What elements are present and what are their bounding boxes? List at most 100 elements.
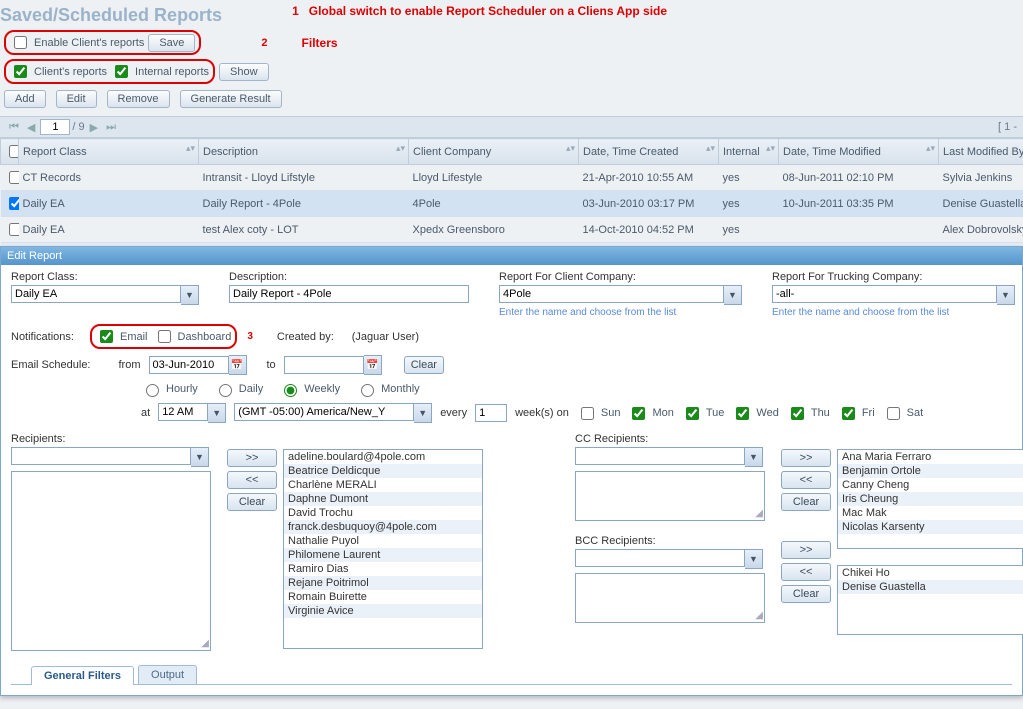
trucking-company-dropdown-icon[interactable]: ▼	[997, 285, 1015, 305]
bcc-dropdown-icon[interactable]: ▼	[745, 549, 763, 569]
weekly-radio[interactable]	[284, 384, 297, 397]
remove-button[interactable]: Remove	[107, 90, 170, 108]
from-date-input[interactable]	[149, 356, 229, 374]
cc-remove-button[interactable]: <<	[781, 471, 831, 489]
select-all-checkbox[interactable]	[9, 145, 19, 158]
trucking-company-input[interactable]	[772, 285, 997, 303]
sat-checkbox[interactable]	[887, 407, 900, 420]
save-enable-button[interactable]: Save	[148, 34, 195, 52]
col-client-company[interactable]: Client Company▴▾	[409, 139, 579, 165]
row-checkbox[interactable]	[9, 223, 19, 236]
list-item[interactable]: Chikei Ho	[838, 566, 1023, 580]
pager-first-icon[interactable]: ⏮	[6, 121, 22, 134]
cc-recipients-input[interactable]	[575, 447, 745, 465]
list-item[interactable]: Ramiro Dias	[284, 562, 482, 576]
report-class-dropdown-icon[interactable]: ▼	[181, 285, 199, 305]
bcc-available-list[interactable]: Chikei HoDenise Guastella	[837, 565, 1023, 635]
thu-checkbox[interactable]	[791, 407, 804, 420]
edit-button[interactable]: Edit	[56, 90, 97, 108]
timezone-dropdown-icon[interactable]: ▼	[414, 403, 432, 423]
table-row[interactable]: Daily EAtest Alex coty - LOTXpedx Greens…	[1, 217, 1023, 243]
at-time-input[interactable]	[158, 403, 208, 421]
bcc-recipients-input[interactable]	[575, 549, 745, 567]
from-calendar-icon[interactable]: 📅	[229, 355, 247, 375]
list-item[interactable]: David Trochu	[284, 506, 482, 520]
cc-dropdown-icon[interactable]: ▼	[745, 447, 763, 467]
list-item[interactable]: Benjamin Ortole	[838, 464, 1023, 478]
email-notification-checkbox[interactable]	[100, 330, 113, 343]
monthly-radio[interactable]	[361, 384, 374, 397]
clients-reports-filter-checkbox[interactable]	[14, 65, 27, 78]
row-checkbox[interactable]	[9, 171, 19, 184]
pager-next-icon[interactable]: ▶	[87, 121, 101, 134]
recipients-add-button[interactable]: >>	[227, 449, 277, 467]
list-item[interactable]: franck.desbuquoy@4pole.com	[284, 520, 482, 534]
bcc-remove-button[interactable]: <<	[781, 563, 831, 581]
daily-radio[interactable]	[219, 384, 232, 397]
list-item[interactable]: Iris Cheung	[838, 492, 1023, 506]
tue-checkbox[interactable]	[686, 407, 699, 420]
col-date-modified[interactable]: Date, Time Modified▴▾	[779, 139, 939, 165]
list-item[interactable]: Denise Guastella	[838, 580, 1023, 594]
wed-checkbox[interactable]	[736, 407, 749, 420]
col-description[interactable]: Description▴▾	[199, 139, 409, 165]
list-item[interactable]: Charlène MERALI	[284, 478, 482, 492]
bcc-selected-box[interactable]: ◢	[575, 573, 765, 623]
recipients-remove-button[interactable]: <<	[227, 471, 277, 489]
timezone-input[interactable]	[234, 403, 414, 421]
to-date-input[interactable]	[284, 356, 364, 374]
fri-checkbox[interactable]	[842, 407, 855, 420]
cc-selected-box[interactable]: ◢	[575, 471, 765, 521]
row-checkbox[interactable]	[9, 197, 19, 210]
list-item[interactable]: Nicolas Karsenty	[838, 520, 1023, 534]
cc-clear-button[interactable]: Clear	[781, 493, 831, 511]
tab-general-filters[interactable]: General Filters	[31, 666, 134, 685]
report-class-input[interactable]	[11, 285, 181, 303]
mon-checkbox[interactable]	[632, 407, 645, 420]
list-item[interactable]: Nathalie Puyol	[284, 534, 482, 548]
list-item[interactable]: Canny Cheng	[838, 478, 1023, 492]
list-item[interactable]: Rejane Poitrimol	[284, 576, 482, 590]
list-item[interactable]: Beatrice Deldicque	[284, 464, 482, 478]
internal-reports-filter-checkbox[interactable]	[115, 65, 128, 78]
list-item[interactable]: adeline.boulard@4pole.com	[284, 450, 482, 464]
recipients-clear-button[interactable]: Clear	[227, 493, 277, 511]
client-company-dropdown-icon[interactable]: ▼	[724, 285, 742, 305]
hourly-radio[interactable]	[146, 384, 159, 397]
cc-add-button[interactable]: >>	[781, 449, 831, 467]
table-row[interactable]: CT RecordsIntransit - Lloyd LifstyleLloy…	[1, 165, 1023, 191]
pager-prev-icon[interactable]: ◀	[24, 121, 38, 134]
recipients-available-list[interactable]: adeline.boulard@4pole.comBeatrice Deldic…	[283, 449, 483, 649]
enable-clients-reports-checkbox[interactable]	[14, 36, 27, 49]
list-item[interactable]: Virginie Avice	[284, 604, 482, 618]
bcc-add-button[interactable]: >>	[781, 541, 831, 559]
every-input[interactable]	[475, 404, 507, 422]
cc-available-list[interactable]: Ana Maria FerraroBenjamin OrtoleCanny Ch…	[837, 449, 1023, 549]
client-company-input[interactable]	[499, 285, 724, 303]
list-item[interactable]: Philomene Laurent	[284, 548, 482, 562]
dashboard-notification-checkbox[interactable]	[158, 330, 171, 343]
to-calendar-icon[interactable]: 📅	[364, 355, 382, 375]
at-time-dropdown-icon[interactable]: ▼	[208, 403, 226, 423]
col-report-class[interactable]: Report Class▴▾	[19, 139, 199, 165]
recipients-input[interactable]	[11, 447, 191, 465]
description-input[interactable]	[229, 285, 469, 303]
pager-page-input[interactable]	[40, 119, 70, 135]
sun-checkbox[interactable]	[581, 407, 594, 420]
recipients-dropdown-icon[interactable]: ▼	[191, 447, 209, 467]
tab-output[interactable]: Output	[138, 665, 197, 684]
list-item[interactable]: Romain Buirette	[284, 590, 482, 604]
col-date-created[interactable]: Date, Time Created▴▾	[579, 139, 719, 165]
list-item[interactable]: Ana Maria Ferraro	[838, 450, 1023, 464]
generate-result-button[interactable]: Generate Result	[180, 90, 282, 108]
recipients-selected-box[interactable]: ◢	[11, 471, 211, 651]
list-item[interactable]: Daphne Dumont	[284, 492, 482, 506]
clear-date-button[interactable]: Clear	[404, 356, 444, 374]
bcc-clear-button[interactable]: Clear	[781, 585, 831, 603]
col-internal[interactable]: Internal▴▾	[719, 139, 779, 165]
list-item[interactable]: Mac Mak	[838, 506, 1023, 520]
show-button[interactable]: Show	[219, 63, 269, 81]
table-row[interactable]: Daily EADaily Report - 4Pole4Pole03-Jun-…	[1, 191, 1023, 217]
add-button[interactable]: Add	[4, 90, 46, 108]
col-last-modified-by[interactable]: Last Modified By	[939, 139, 1023, 165]
